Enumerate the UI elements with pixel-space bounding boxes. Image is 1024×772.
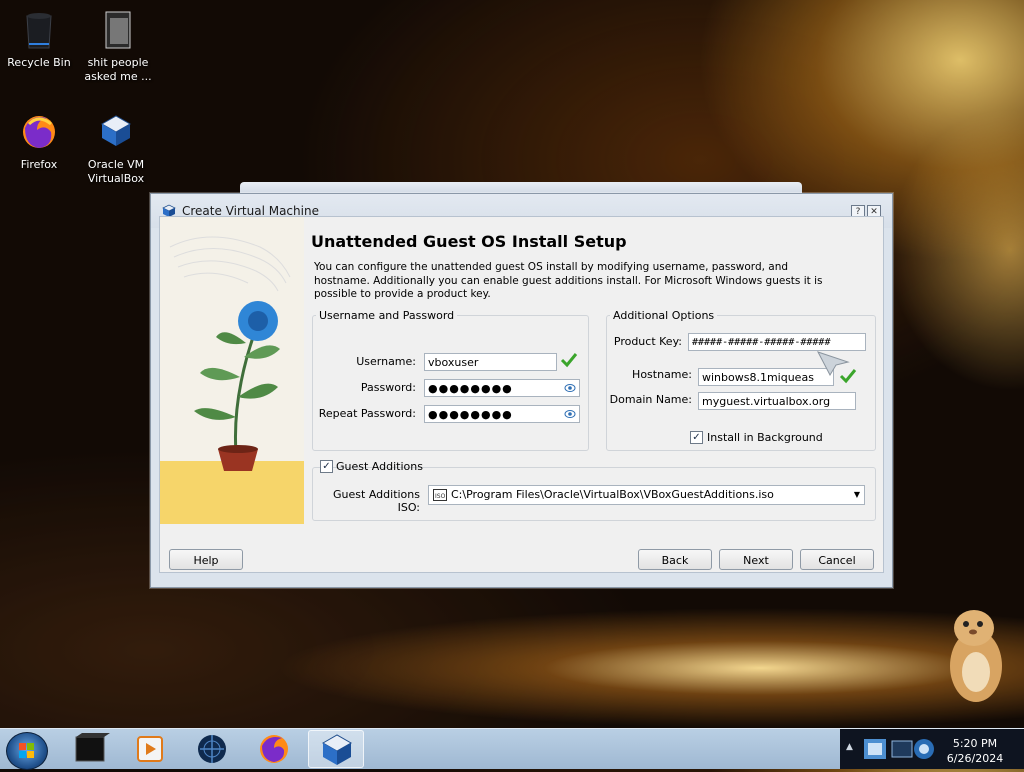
install-in-background-label: Install in Background: [707, 431, 823, 444]
folder-icon: [105, 11, 131, 49]
help-button[interactable]: Help: [169, 549, 243, 570]
desktop-icon-firefox[interactable]: Firefox: [0, 110, 82, 172]
windows-logo-icon: [19, 743, 34, 758]
repeat-password-input[interactable]: ●●●●●●●●: [424, 405, 580, 423]
install-in-background-checkbox[interactable]: ✓: [690, 431, 703, 444]
hamster-gadget[interactable]: [940, 604, 1010, 708]
group-title: Username and Password: [319, 309, 455, 322]
desktop-icon-label: Recycle Bin: [7, 56, 71, 69]
globe-icon: [198, 735, 226, 763]
firefox-icon: [260, 735, 288, 763]
clock-time: 5:20 PM: [952, 737, 998, 750]
page-heading: Unattended Guest OS Install Setup: [311, 232, 627, 251]
virtualbox-icon: [100, 115, 132, 146]
create-vm-dialog: Create Virtual Machine ? ✕ Unattended Gu…: [150, 193, 893, 588]
iso-path-text: C:\Program Files\Oracle\VirtualBox\VBoxG…: [451, 488, 774, 501]
guest-additions-iso-select[interactable]: ISO C:\Program Files\Oracle\VirtualBox\V…: [428, 485, 865, 505]
username-label: Username:: [356, 355, 416, 368]
taskbar-virtualbox[interactable]: [308, 730, 364, 768]
desktop-icon-folder[interactable]: shit people asked me ...: [75, 8, 161, 84]
guest-additions-iso-label: Guest Additions ISO:: [333, 488, 420, 514]
virtualbox-icon: [321, 734, 353, 765]
desktop-icon-virtualbox[interactable]: Oracle VM VirtualBox: [73, 110, 159, 186]
taskbar-vm-app[interactable]: [62, 730, 118, 768]
tray-expand-icon[interactable]: ▲: [846, 742, 853, 752]
plant-illustration: [194, 301, 280, 471]
desktop-icon-label: Firefox: [20, 158, 58, 171]
firefox-icon: [23, 116, 55, 148]
taskbar-firefox[interactable]: [246, 730, 302, 768]
back-button[interactable]: Back: [638, 549, 712, 570]
guest-additions-label: Guest Additions: [336, 460, 423, 473]
tray-app-icon[interactable]: [862, 735, 888, 763]
page-description: You can configure the unattended guest O…: [314, 261, 823, 300]
domain-name-input[interactable]: myguest.virtualbox.org: [698, 392, 856, 410]
mouse-cursor-icon: [816, 351, 850, 376]
taskbar-clock[interactable]: 5:20 PM 6/26/2024: [940, 736, 1010, 766]
hostname-input[interactable]: winbows8.1miqueas: [698, 368, 834, 386]
password-label: Password:: [360, 381, 416, 394]
domain-name-label: Domain Name:: [609, 393, 692, 406]
password-input[interactable]: ●●●●●●●●: [424, 379, 580, 397]
product-key-input[interactable]: #####-#####-#####-#####: [688, 333, 866, 351]
monitor-box-icon: [75, 733, 110, 762]
dialog-client-area: Unattended Guest OS Install Setup You ca…: [159, 216, 884, 573]
valid-check-icon: [560, 353, 578, 368]
repeat-password-label: Repeat Password:: [318, 407, 416, 420]
wizard-artwork: [160, 217, 304, 524]
iso-file-icon: ISO: [433, 489, 447, 501]
svg-text:ISO: ISO: [435, 493, 446, 500]
hostname-label: Hostname:: [632, 368, 692, 381]
taskbar-media-player[interactable]: [122, 730, 178, 768]
cancel-button[interactable]: Cancel: [800, 549, 874, 570]
show-password-eye-icon[interactable]: [564, 382, 576, 394]
desktop-icon-label: shit people asked me ...: [84, 56, 152, 83]
taskbar-globe-app[interactable]: [184, 730, 240, 768]
chevron-down-icon: ▼: [853, 490, 860, 499]
guest-additions-checkbox[interactable]: ✓: [320, 460, 333, 473]
username-input[interactable]: vboxuser: [424, 353, 557, 371]
next-button[interactable]: Next: [719, 549, 793, 570]
recycle-bin-icon: [26, 13, 52, 49]
system-tray: ▲ 5:20 PM 6/26/2024: [840, 729, 1024, 769]
product-key-label: Product Key:: [613, 335, 682, 348]
show-repeat-password-eye-icon[interactable]: [564, 408, 576, 420]
clock-date: 6/26/2024: [946, 752, 1004, 765]
desktop-icon-label: Oracle VM VirtualBox: [87, 158, 145, 185]
network-icon[interactable]: [890, 735, 938, 763]
taskbar: ▲ 5:20 PM 6/26/2024: [0, 728, 1024, 770]
desktop-icon-recycle-bin[interactable]: Recycle Bin: [0, 8, 82, 70]
start-button[interactable]: [6, 732, 48, 770]
media-player-icon: [137, 736, 163, 762]
group-title: Additional Options: [613, 309, 715, 322]
